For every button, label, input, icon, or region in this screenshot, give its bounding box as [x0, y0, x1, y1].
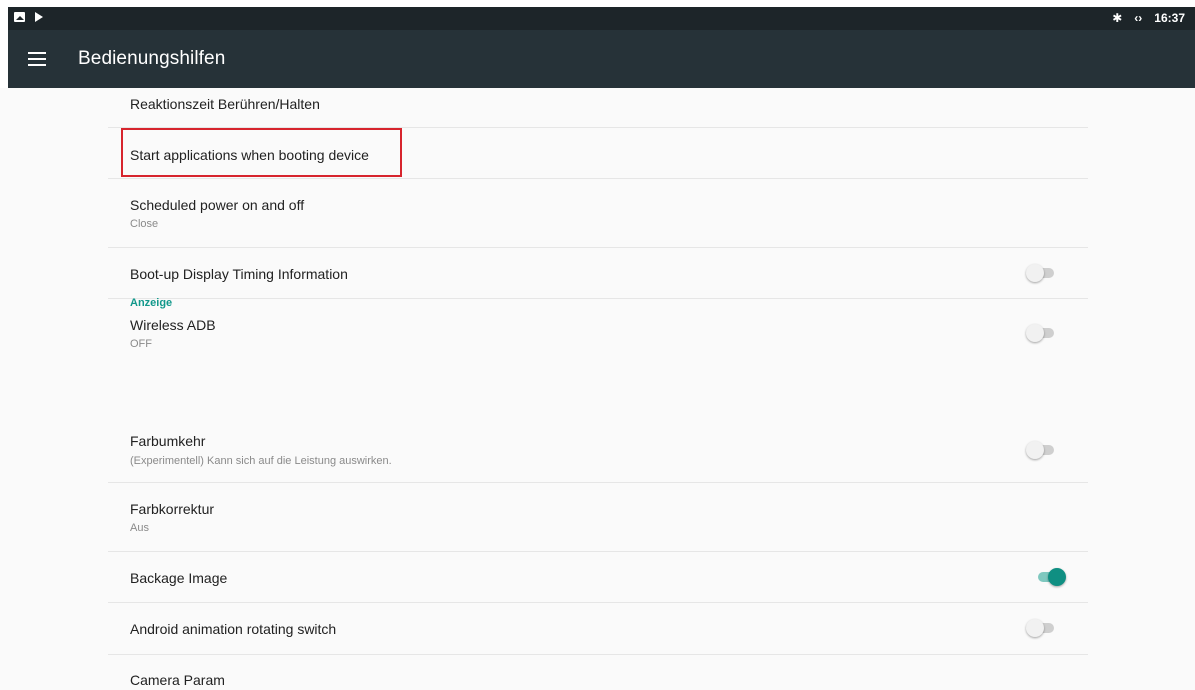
status-left-icons: [14, 12, 43, 22]
play-icon: [35, 12, 43, 22]
gallery-icon: [14, 12, 25, 22]
setting-summary: (Experimentell) Kann sich auf die Leistu…: [130, 455, 392, 467]
android-settings-screen: ✱ ‹› 16:37 Bedienungshilfen Reaktionszei…: [0, 0, 1195, 690]
setting-summary: OFF: [130, 338, 152, 350]
status-bar: ✱ ‹› 16:37: [8, 7, 1195, 30]
status-right-area: ✱ ‹› 16:37: [1112, 10, 1185, 26]
setting-title: Farbkorrektur: [130, 501, 215, 517]
wireless-adb-toggle[interactable]: [1026, 323, 1060, 343]
setting-scheduled-power[interactable]: Scheduled power on and off Close: [108, 179, 1088, 248]
setting-bootup-display-timing[interactable]: Boot-up Display Timing Information: [108, 248, 1088, 299]
app-bar: Bedienungshilfen: [8, 30, 1195, 88]
page-title: Bedienungshilfen: [78, 48, 226, 69]
setting-animation-rotating-switch[interactable]: Android animation rotating switch: [108, 603, 1088, 655]
setting-title: Android animation rotating switch: [130, 621, 337, 637]
setting-touch-hold-delay[interactable]: Reaktionszeit Berühren/Halten: [108, 88, 1088, 128]
setting-start-applications-on-boot[interactable]: Start applications when booting device: [108, 128, 1088, 179]
setting-summary: Aus: [130, 522, 149, 534]
toggle-thumb: [1026, 619, 1044, 637]
section-header-display: Anzeige: [130, 297, 173, 309]
setting-summary: Close: [130, 218, 159, 230]
toggle-thumb: [1026, 441, 1044, 459]
setting-color-inversion[interactable]: Farbumkehr (Experimentell) Kann sich auf…: [108, 414, 1088, 483]
toggle-thumb: [1048, 568, 1066, 586]
setting-title: Backage Image: [130, 570, 228, 586]
setting-title: Camera Param: [130, 672, 225, 688]
setting-title: Farbumkehr: [130, 433, 206, 449]
setting-title: Wireless ADB: [130, 317, 216, 333]
setting-title: Scheduled power on and off: [130, 197, 305, 213]
hamburger-menu-icon[interactable]: [28, 52, 46, 66]
animation-rotating-toggle[interactable]: [1026, 618, 1060, 638]
bootup-display-timing-toggle[interactable]: [1026, 263, 1060, 283]
setting-title: Start applications when booting device: [130, 147, 369, 163]
setting-wireless-adb[interactable]: Wireless ADB OFF: [108, 299, 1088, 367]
setting-title: Reaktionszeit Berühren/Halten: [130, 96, 320, 112]
setting-title: Boot-up Display Timing Information: [130, 266, 348, 282]
backage-image-toggle[interactable]: [1034, 567, 1068, 587]
bluetooth-icon: ✱: [1112, 11, 1123, 25]
status-clock: 16:37: [1154, 11, 1185, 25]
toggle-thumb: [1026, 264, 1044, 282]
setting-color-correction[interactable]: Farbkorrektur Aus: [108, 483, 1088, 552]
setting-backage-image[interactable]: Backage Image: [108, 552, 1088, 603]
toggle-thumb: [1026, 324, 1044, 342]
sync-icon: ‹›: [1134, 11, 1143, 25]
setting-camera-param[interactable]: Camera Param: [108, 655, 1088, 690]
color-inversion-toggle[interactable]: [1026, 440, 1060, 460]
